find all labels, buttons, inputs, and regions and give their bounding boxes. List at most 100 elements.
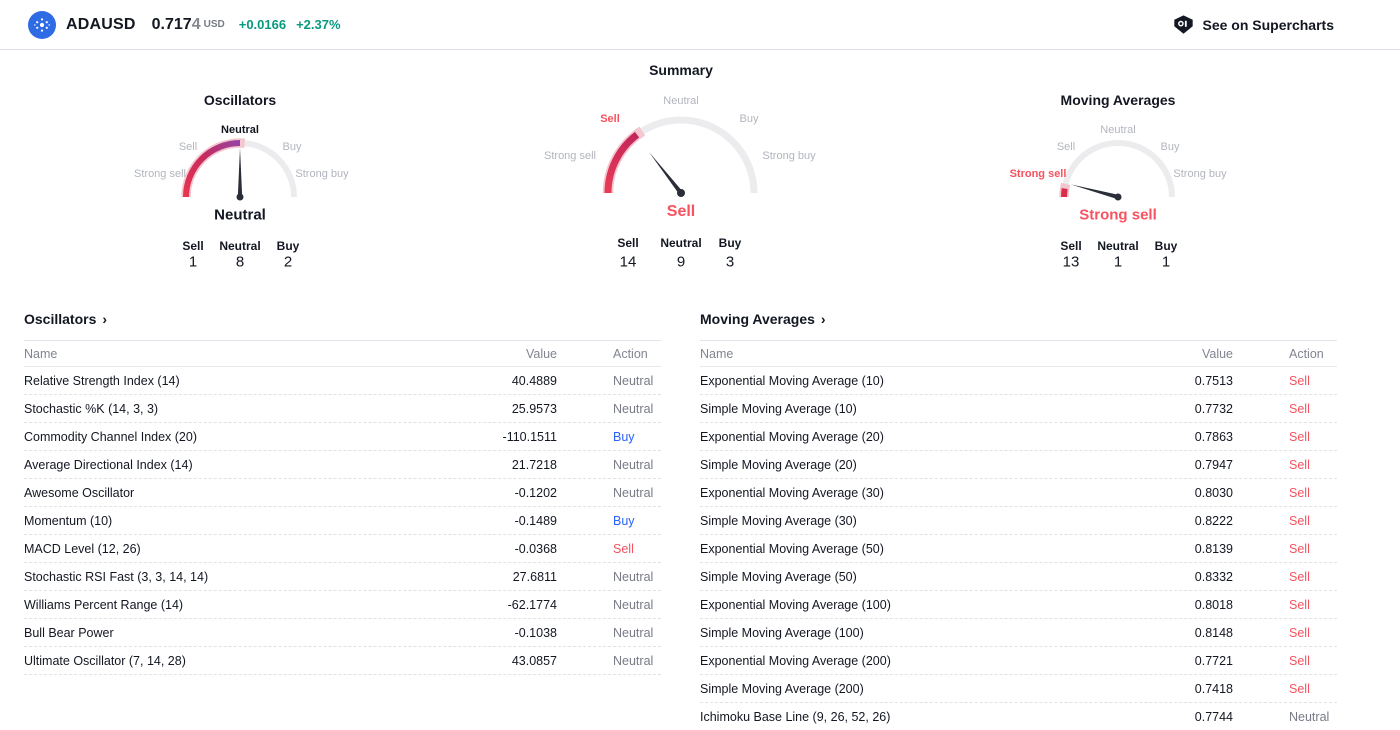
indicator-action: Sell	[1233, 682, 1337, 696]
column-name: Name	[700, 347, 1113, 361]
indicator-action: Sell	[1233, 402, 1337, 416]
currency-label: USD	[204, 19, 225, 30]
indicator-action: Sell	[1233, 570, 1337, 584]
table-row: Stochastic %K (14, 3, 3)25.9573Neutral	[24, 395, 661, 423]
table-row: Simple Moving Average (100)0.8148Sell	[700, 619, 1337, 647]
indicator-name: MACD Level (12, 26)	[24, 542, 437, 556]
price-change-percent: +2.37%	[296, 17, 340, 32]
indicator-action: Sell	[1233, 430, 1337, 444]
count-label-buy: Buy	[719, 236, 742, 250]
indicator-value: 21.7218	[437, 458, 557, 472]
indicator-value: 43.0857	[437, 654, 557, 668]
indicator-value: 0.7732	[1113, 402, 1233, 416]
indicator-action: Neutral	[557, 598, 661, 612]
count-value-buy: 3	[726, 254, 734, 271]
count-label-buy: Buy	[277, 239, 300, 253]
gauge-scale-label-neutral: Neutral	[221, 124, 259, 136]
gauge-scale-label-strong_sell: Strong sell	[544, 150, 596, 162]
indicator-name: Exponential Moving Average (10)	[700, 374, 1113, 388]
indicator-name: Relative Strength Index (14)	[24, 374, 437, 388]
table-row: Bull Bear Power-0.1038Neutral	[24, 619, 661, 647]
see-on-supercharts-label: See on Supercharts	[1203, 17, 1335, 33]
table-row: Exponential Moving Average (100)0.8018Se…	[700, 591, 1337, 619]
symbol-name: ADAUSD	[66, 16, 136, 34]
symbol-header: ADAUSD 0.7174 USD +0.0166 +2.37% See on …	[0, 0, 1400, 50]
table-row: Stochastic RSI Fast (3, 3, 14, 14)27.681…	[24, 563, 661, 591]
table-row: Commodity Channel Index (20)-110.1511Buy	[24, 423, 661, 451]
gauge-signal-moving_averages: Strong sell	[1079, 207, 1157, 224]
table-row: Williams Percent Range (14)-62.1774Neutr…	[24, 591, 661, 619]
indicator-value: -0.1489	[437, 514, 557, 528]
oscillators-table-link[interactable]: Oscillators›	[24, 299, 661, 340]
indicator-value: -110.1511	[437, 430, 557, 444]
count-label-sell: Sell	[617, 236, 638, 250]
gauge-scale-label-strong_sell: Strong sell	[134, 168, 186, 180]
moving-averages-table-link[interactable]: Moving Averages›	[700, 299, 1337, 340]
column-name: Name	[24, 347, 437, 361]
table-row: Average Directional Index (14)21.7218Neu…	[24, 451, 661, 479]
indicator-name: Exponential Moving Average (20)	[700, 430, 1113, 444]
column-value: Value	[437, 347, 557, 361]
table-row: Exponential Moving Average (50)0.8139Sel…	[700, 535, 1337, 563]
count-value-sell: 1	[189, 254, 197, 271]
gauge-scale-label-strong_sell: Strong sell	[1010, 168, 1067, 180]
indicator-value: 27.6811	[437, 570, 557, 584]
gauge-scale-label-strong_buy: Strong buy	[295, 168, 348, 180]
indicator-name: Ichimoku Base Line (9, 26, 52, 26)	[700, 710, 1113, 724]
gauge-scale-label-sell: Sell	[179, 141, 197, 153]
indicator-name: Commodity Channel Index (20)	[24, 430, 437, 444]
table-row: Exponential Moving Average (10)0.7513Sel…	[700, 367, 1337, 395]
moving-averages-table: Moving Averages› Name Value Action Expon…	[700, 299, 1337, 730]
indicator-action: Sell	[1233, 486, 1337, 500]
gauge-scale-label-sell: Sell	[1057, 141, 1075, 153]
cardano-icon	[28, 11, 56, 39]
indicator-action: Neutral	[557, 458, 661, 472]
table-header-row: Name Value Action	[700, 340, 1337, 367]
price-last-digit: 4	[192, 16, 201, 33]
table-row: Simple Moving Average (200)0.7418Sell	[700, 675, 1337, 703]
indicator-value: 0.7947	[1113, 458, 1233, 472]
gauge-scale-label-strong_buy: Strong buy	[1173, 168, 1226, 180]
indicator-value: -0.1038	[437, 626, 557, 640]
indicator-value: 0.7863	[1113, 430, 1233, 444]
indicator-action: Sell	[1233, 458, 1337, 472]
table-row: Exponential Moving Average (20)0.7863Sel…	[700, 423, 1337, 451]
indicator-name: Ultimate Oscillator (7, 14, 28)	[24, 654, 437, 668]
gauge-scale-label-buy: Buy	[1161, 141, 1180, 153]
symbol-link[interactable]: ADAUSD 0.7174 USD +0.0166 +2.37%	[28, 11, 341, 39]
indicator-action: Neutral	[557, 570, 661, 584]
indicator-name: Simple Moving Average (200)	[700, 682, 1113, 696]
gauge-title-summary: Summary	[649, 62, 713, 78]
indicator-name: Exponential Moving Average (50)	[700, 542, 1113, 556]
indicator-name: Simple Moving Average (100)	[700, 626, 1113, 640]
gauge-needle-moving_averages	[1071, 184, 1119, 199]
count-label-buy: Buy	[1155, 239, 1178, 253]
column-value: Value	[1113, 347, 1233, 361]
symbol-price: 0.7174	[152, 16, 201, 34]
table-row: Exponential Moving Average (30)0.8030Sel…	[700, 479, 1337, 507]
indicator-name: Stochastic %K (14, 3, 3)	[24, 402, 437, 416]
see-on-supercharts-link[interactable]: See on Supercharts	[1173, 14, 1335, 35]
indicator-name: Simple Moving Average (10)	[700, 402, 1113, 416]
tables-section: Oscillators› Name Value Action Relative …	[0, 299, 1400, 730]
gauge-needle-oscillators	[238, 148, 242, 197]
indicator-value: 0.7744	[1113, 710, 1233, 724]
indicator-action: Buy	[557, 430, 661, 444]
gauge-scale-label-strong_buy: Strong buy	[762, 150, 815, 162]
gauge-scale-label-neutral: Neutral	[1100, 124, 1135, 136]
indicator-action: Neutral	[557, 626, 661, 640]
column-action: Action	[557, 347, 661, 361]
indicator-action: Sell	[1233, 598, 1337, 612]
indicator-action: Sell	[1233, 374, 1337, 388]
indicator-value: -62.1774	[437, 598, 557, 612]
table-row: Relative Strength Index (14)40.4889Neutr…	[24, 367, 661, 395]
indicator-name: Bull Bear Power	[24, 626, 437, 640]
oscillators-table: Oscillators› Name Value Action Relative …	[24, 299, 661, 730]
indicator-name: Average Directional Index (14)	[24, 458, 437, 472]
gauges-section: OscillatorsNeutralSellBuyStrong sellStro…	[0, 50, 1400, 295]
indicator-action: Sell	[557, 542, 661, 556]
count-label-sell: Sell	[182, 239, 203, 253]
indicator-name: Simple Moving Average (30)	[700, 514, 1113, 528]
count-value-neutral: 8	[236, 254, 244, 271]
table-row: Simple Moving Average (20)0.7947Sell	[700, 451, 1337, 479]
